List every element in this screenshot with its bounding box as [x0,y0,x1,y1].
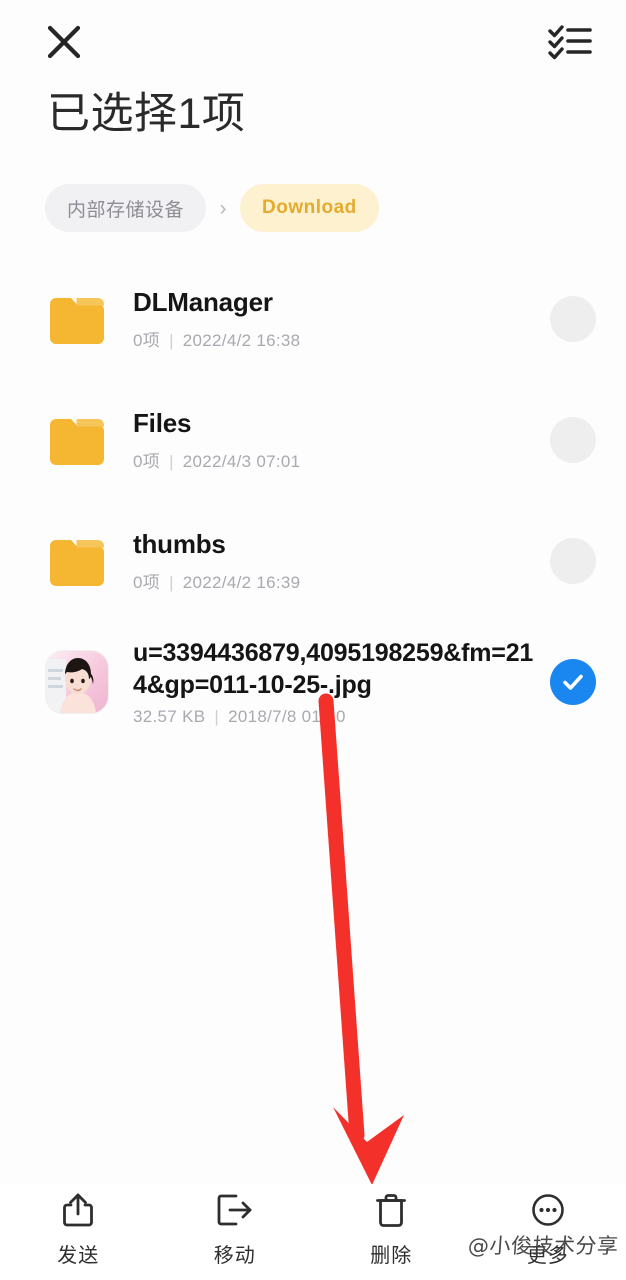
select-all-button[interactable] [544,18,596,66]
list-item-checkbox[interactable] [550,416,596,463]
meta-separator: | [214,706,220,726]
bottom-action-bar: 发送 移动 删除 更多 [0,1184,626,1280]
move-out-icon-wrap [216,1190,254,1230]
folder-icon [50,418,104,465]
list-item-size: 32.57 KB [133,706,206,726]
list-item-meta: 0项 | 2022/4/3 07:01 [133,447,534,472]
more-dots-icon [531,1194,564,1226]
folder-icon [50,297,104,344]
photo-thumbnail-wrap [45,650,109,714]
list-item-checkbox[interactable] [550,537,596,584]
move-out-icon [217,1194,252,1226]
trash-icon-wrap [375,1190,407,1230]
breadcrumb-separator-icon: › [219,196,227,220]
delete-label: 删除 [370,1245,413,1267]
list-item-text: DLManager 0项 | 2022/4/2 16:38 [133,286,544,350]
folder-icon [50,539,104,586]
breadcrumb: 内部存储设备 › Download [45,184,379,232]
list-item[interactable]: u=3394436879,4095198259&fm=214&gp=011-10… [0,621,626,742]
list-item-name: thumbs [133,529,226,560]
list-item-checkbox-selected[interactable] [550,658,596,705]
send-label: 发送 [57,1245,100,1267]
move-label: 移动 [213,1245,256,1267]
send-button[interactable]: 发送 [0,1184,157,1268]
breadcrumb-item-internal-storage[interactable]: 内部存储设备 [45,184,207,232]
breadcrumb-item-download[interactable]: Download [240,184,379,232]
list-item-meta: 0项 | 2022/4/2 16:38 [133,326,534,351]
move-button[interactable]: 移动 [157,1184,314,1268]
folder-icon-wrap [45,287,109,351]
breadcrumb-item-label: 内部存储设备 [67,199,185,221]
folder-icon-wrap [45,408,109,472]
more-button[interactable]: 更多 [470,1184,626,1268]
delete-button[interactable]: 删除 [313,1184,470,1268]
list-item-count: 0项 [133,330,161,350]
list-item-count: 0项 [133,451,161,471]
folder-icon-wrap [45,529,109,593]
list-item-date: 2018/7/8 01:10 [228,706,346,726]
trash-icon [376,1194,407,1227]
list-item-text: u=3394436879,4095198259&fm=214&gp=011-10… [133,637,544,727]
more-dots-icon-wrap [530,1190,566,1230]
breadcrumb-item-label: Download [262,197,357,218]
list-item-text: Files 0项 | 2022/4/3 07:01 [133,407,544,471]
list-item-text: thumbs 0项 | 2022/4/2 16:39 [133,528,544,592]
close-icon [47,25,81,59]
meta-separator: | [169,572,174,592]
photo-thumbnail-icon [46,650,108,713]
list-item-checkbox[interactable] [550,295,596,342]
more-label: 更多 [526,1245,569,1267]
share-icon-wrap [61,1190,95,1230]
share-icon [63,1193,94,1227]
file-manager-screen: 已选择1项 内部存储设备 › Download DLManager 0项 | 202… [0,0,626,1280]
list-item-count: 0项 [133,572,161,592]
list-item[interactable]: DLManager 0项 | 2022/4/2 16:38 [0,258,626,379]
meta-separator: | [169,330,174,350]
top-app-bar [0,0,626,82]
list-item-meta: 0项 | 2022/4/2 16:39 [133,568,534,593]
list-item[interactable]: thumbs 0项 | 2022/4/2 16:39 [0,500,626,621]
list-item[interactable]: Files 0项 | 2022/4/3 07:01 [0,379,626,500]
page-title: 已选择1项 [47,90,246,138]
photo-thumbnail [46,650,108,713]
list-item-date: 2022/4/2 16:38 [182,330,301,350]
list-item-name: DLManager [133,287,273,318]
file-list: DLManager 0项 | 2022/4/2 16:38 Files 0项 | 202… [0,258,626,742]
checklist-icon [548,25,592,60]
list-item-date: 2022/4/3 07:01 [182,451,301,471]
list-item-name: Files [133,408,192,439]
close-button[interactable] [40,18,88,66]
check-icon [563,674,583,690]
list-item-date: 2022/4/2 16:39 [182,572,301,592]
meta-separator: | [169,451,174,471]
list-item-meta: 32.57 KB | 2018/7/8 01:10 [133,707,534,727]
list-item-name: u=3394436879,4095198259&fm=214&gp=011-10… [133,638,534,699]
